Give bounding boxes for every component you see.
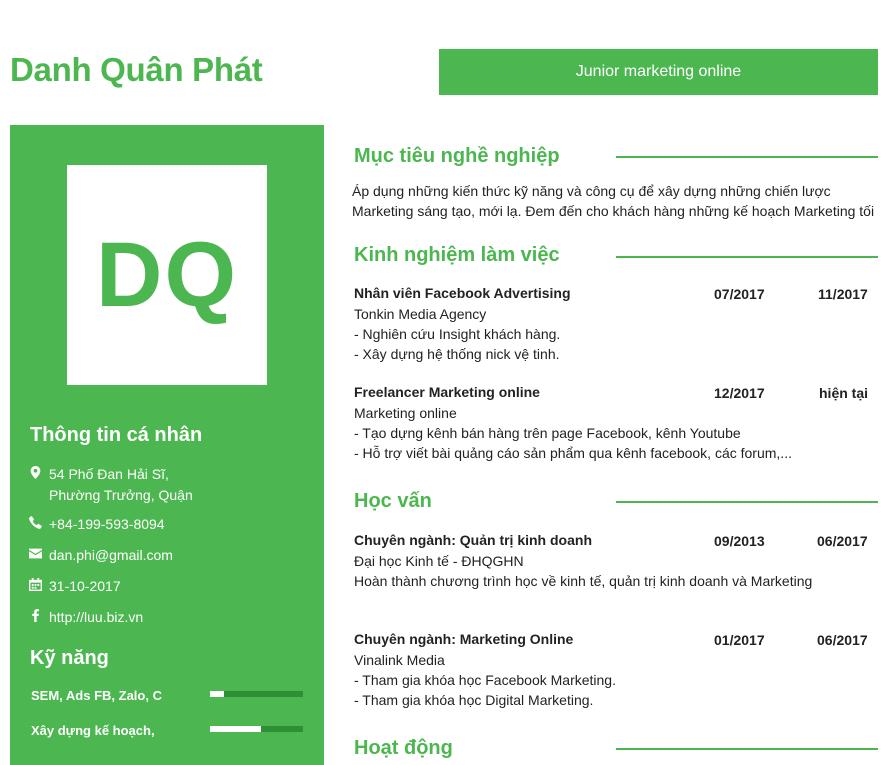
objective-line-2: Marketing sáng tạo, mới lạ. Đem đến cho …: [352, 203, 875, 219]
section-divider: [616, 256, 878, 258]
objective-heading: Mục tiêu nghề nghiệp: [354, 145, 560, 167]
education-2-line: - Tham gia khóa học Facebook Marketing.: [354, 672, 616, 688]
education-1-details: Đại học Kinh tế - ĐHQGHN Hoàn thành chươ…: [354, 551, 812, 591]
address-line-2: Phường Trưởng, Quận: [49, 487, 193, 503]
experience-1-end: 11/2017: [818, 286, 868, 302]
experience-1-line: - Nghiên cứu Insight khách hàng.: [354, 326, 561, 342]
experience-1-line: - Xây dựng hệ thống nick vệ tinh.: [354, 346, 560, 362]
experience-2-start: 12/2017: [714, 385, 765, 401]
experience-heading: Kinh nghiệm làm việc: [354, 244, 560, 266]
experience-1-details: Tonkin Media Agency - Nghiên cứu Insight…: [354, 304, 560, 364]
job-title: Junior marketing online: [575, 63, 742, 80]
skill-name-2: Xây dựng kế hoạch,: [31, 723, 155, 738]
education-1-title: Chuyên ngành: Quản trị kinh doanh: [354, 532, 592, 548]
skill-bar-2: [210, 726, 303, 732]
skill-bar-fill-1: [210, 691, 224, 697]
address-line-1: 54 Phố Đan Hải Sĩ,: [49, 466, 169, 482]
email-address[interactable]: dan.phi@gmail.com: [49, 545, 173, 566]
objective-line-1: Áp dụng những kiến thức kỹ năng và công …: [352, 183, 831, 199]
avatar-initials: DQ: [96, 223, 238, 326]
experience-1-start: 07/2017: [714, 286, 765, 302]
calendar-icon: [29, 576, 49, 591]
education-1-line: Hoàn thành chương trình học về kinh tế, …: [354, 573, 813, 589]
education-1-end: 06/2017: [817, 533, 868, 549]
avatar: DQ: [67, 165, 267, 385]
address-row: 54 Phố Đan Hải Sĩ, Phường Trưởng, Quận: [29, 464, 319, 506]
experience-2-title: Freelancer Marketing online: [354, 384, 540, 400]
email-row: dan.phi@gmail.com: [29, 545, 319, 566]
education-1-start: 09/2013: [714, 533, 765, 549]
experience-2-end: hiện tại: [819, 385, 869, 401]
education-1-school: Đại học Kinh tế - ĐHQGHN: [354, 553, 524, 569]
education-2-title: Chuyên ngành: Marketing Online: [354, 631, 574, 647]
birthday-row: 31-10-2017: [29, 576, 319, 597]
website-link[interactable]: http://luu.biz.vn: [49, 607, 143, 628]
education-2-details: Vinalink Media - Tham gia khóa học Faceb…: [354, 650, 616, 710]
facebook-icon: [29, 607, 49, 622]
education-2-line: - Tham gia khóa học Digital Marketing.: [354, 692, 594, 708]
skill-bar-1: [210, 691, 303, 697]
sidebar: DQ Thông tin cá nhân 54 Phố Đan Hải Sĩ, …: [10, 125, 324, 765]
experience-2-line: - Hỗ trợ viết bài quảng cáo sản phẩm qua…: [354, 445, 792, 461]
skills-heading: Kỹ năng: [30, 647, 109, 669]
experience-2-company: Marketing online: [354, 405, 457, 421]
phone-row: +84-199-593-8094: [29, 514, 319, 535]
section-divider: [616, 501, 878, 503]
map-marker-icon: [29, 464, 49, 479]
education-2-start: 01/2017: [714, 632, 765, 648]
objective-text: Áp dụng những kiến thức kỹ năng và công …: [352, 181, 874, 221]
section-divider: [616, 156, 878, 158]
candidate-name: Danh Quân Phát: [10, 51, 263, 88]
experience-1-title: Nhân viên Facebook Advertising: [354, 285, 571, 301]
education-2-school: Vinalink Media: [354, 652, 445, 668]
birthday: 31-10-2017: [49, 578, 121, 594]
skill-name-1: SEM, Ads FB, Zalo, C: [31, 688, 162, 703]
website-row: http://luu.biz.vn: [29, 607, 319, 628]
phone-icon: [29, 514, 49, 529]
envelope-icon: [29, 545, 49, 560]
education-heading: Học vấn: [354, 490, 432, 512]
skill-bar-fill-2: [210, 726, 262, 732]
personal-info-heading: Thông tin cá nhân: [30, 424, 203, 446]
activities-heading: Hoạt động: [354, 737, 453, 759]
experience-2-line: - Tạo dựng kênh bán hàng trên page Faceb…: [354, 425, 741, 441]
experience-2-details: Marketing online - Tạo dựng kênh bán hàn…: [354, 403, 792, 463]
job-title-banner: Junior marketing online: [439, 49, 878, 95]
education-2-end: 06/2017: [817, 632, 868, 648]
phone-number: +84-199-593-8094: [49, 516, 165, 532]
experience-1-company: Tonkin Media Agency: [354, 306, 487, 322]
